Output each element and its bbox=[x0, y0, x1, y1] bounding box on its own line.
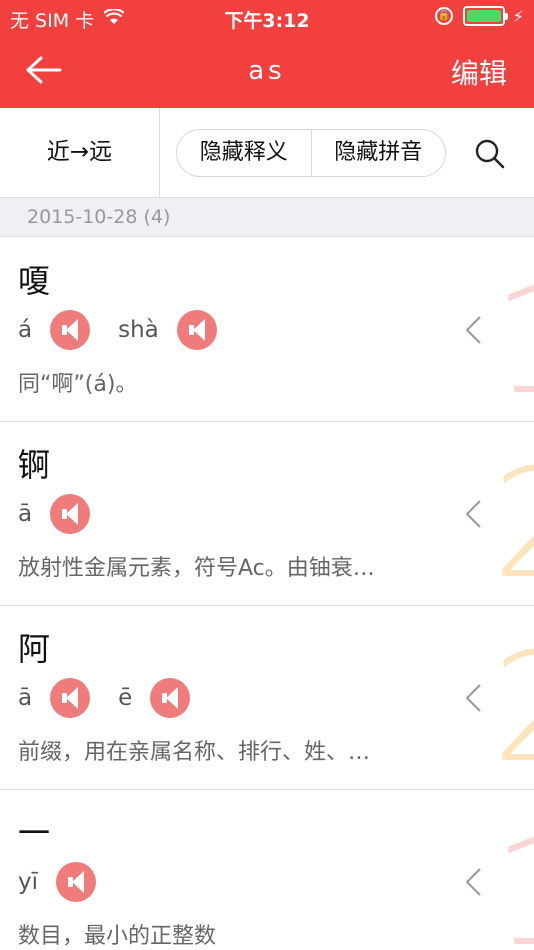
pinyin-row: ā ē bbox=[18, 678, 218, 718]
word-entry[interactable]: 嗄 á shà 同“啊”(á)。 1 bbox=[0, 238, 534, 422]
speaker-icon[interactable] bbox=[56, 862, 97, 902]
toolbar: 近→远 隐藏释义 隐藏拼音 bbox=[0, 108, 534, 198]
speaker-icon[interactable] bbox=[150, 678, 191, 718]
nav-bar: as 编辑 bbox=[0, 36, 534, 108]
search-button[interactable] bbox=[474, 138, 506, 174]
date-section-header: 2015-10-28 (4) bbox=[0, 198, 534, 237]
speaker-icon[interactable] bbox=[176, 310, 217, 350]
pinyin-row: á shà bbox=[18, 310, 245, 350]
entry-definition: 数目，最小的正整数 bbox=[18, 924, 217, 949]
lookup-count: 1 bbox=[492, 266, 534, 416]
orientation-lock-icon: 🔒 bbox=[434, 7, 453, 25]
word-entry[interactable]: 一 yī 数目，最小的正整数 1 bbox=[0, 790, 534, 950]
entry-character: 锕 bbox=[18, 446, 51, 484]
word-entry[interactable]: 阿 ā ē 前缀，用在亲属名称、排行、姓、… 2 bbox=[0, 606, 534, 790]
pinyin-row: yī bbox=[18, 862, 124, 902]
pinyin-text: ā bbox=[18, 501, 33, 527]
battery-icon bbox=[462, 6, 508, 26]
entry-definition: 前缀，用在亲属名称、排行、姓、… bbox=[18, 740, 371, 765]
hide-meaning-button[interactable]: 隐藏释义 bbox=[177, 130, 311, 176]
edit-button[interactable]: 编辑 bbox=[451, 52, 507, 92]
search-icon bbox=[475, 139, 505, 169]
pinyin-text: á bbox=[18, 317, 33, 343]
speaker-icon[interactable] bbox=[50, 678, 91, 718]
word-entry[interactable]: 锕 ā 放射性金属元素，符号Ac。由铀衰… 2 bbox=[0, 422, 534, 606]
pinyin-text: ē bbox=[118, 685, 133, 711]
entry-character: 阿 bbox=[18, 630, 51, 668]
pinyin-text: shà bbox=[118, 317, 159, 343]
chevron-left-icon[interactable] bbox=[462, 682, 486, 714]
entry-definition: 同“啊”(á)。 bbox=[18, 372, 138, 397]
pinyin-text: yī bbox=[18, 869, 39, 895]
lookup-count: 2 bbox=[492, 634, 534, 784]
entry-definition: 放射性金属元素，符号Ac。由铀衰… bbox=[18, 556, 375, 581]
chevron-left-icon[interactable] bbox=[462, 498, 486, 530]
speaker-icon[interactable] bbox=[50, 494, 91, 534]
display-segmented-control: 隐藏释义 隐藏拼音 bbox=[176, 129, 446, 177]
sort-toggle[interactable]: 近→远 bbox=[0, 108, 160, 197]
status-bar: 无 SIM 卡 下午3:12 🔒 ⚡ bbox=[0, 0, 534, 36]
entry-character: 嗄 bbox=[18, 262, 51, 300]
charging-icon: ⚡ bbox=[512, 6, 524, 26]
lookup-count: 1 bbox=[492, 818, 534, 950]
hide-pinyin-button[interactable]: 隐藏拼音 bbox=[310, 130, 446, 176]
speaker-icon[interactable] bbox=[50, 310, 91, 350]
lookup-count: 2 bbox=[492, 450, 534, 600]
pinyin-row: ā bbox=[18, 494, 118, 534]
entry-character: 一 bbox=[18, 814, 51, 852]
chevron-left-icon[interactable] bbox=[462, 866, 486, 898]
status-right: 🔒 ⚡ bbox=[434, 6, 524, 26]
chevron-left-icon[interactable] bbox=[462, 314, 486, 346]
pinyin-text: ā bbox=[18, 685, 33, 711]
